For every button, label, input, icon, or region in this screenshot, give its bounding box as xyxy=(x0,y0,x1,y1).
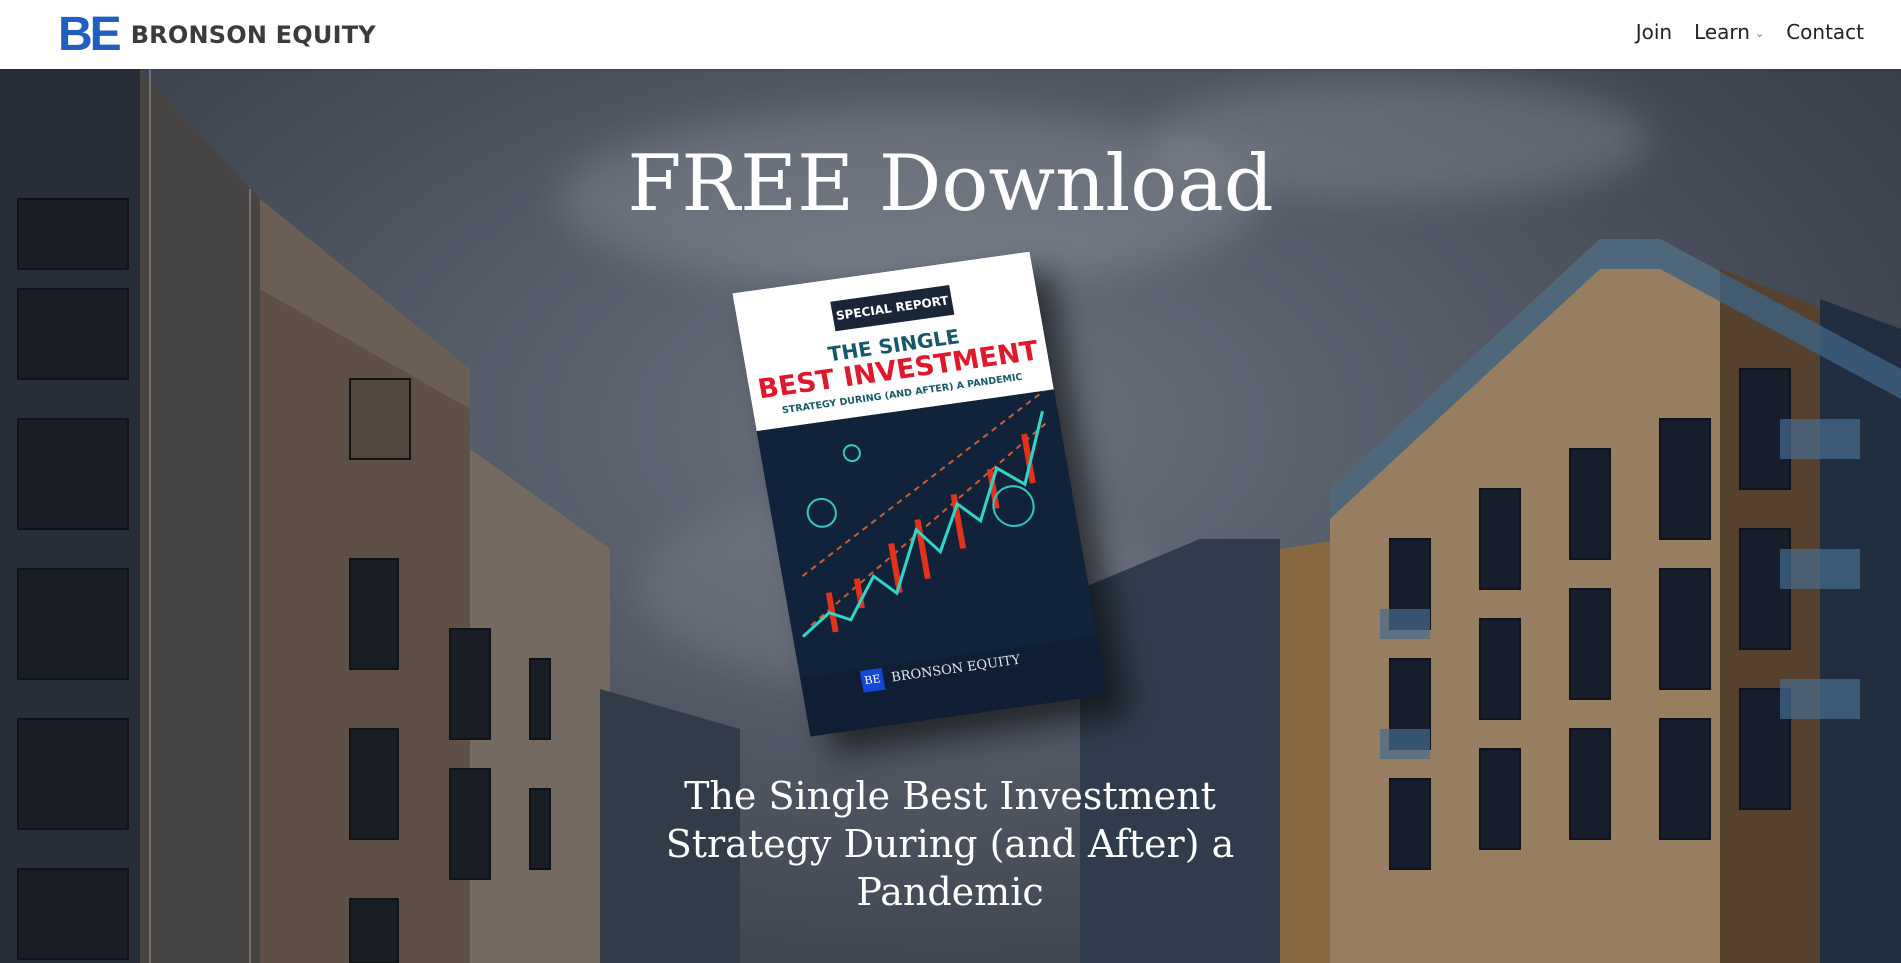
site-header: BE BRONSON EQUITY Join Learn ⌄ Contact xyxy=(0,0,1901,69)
nav-learn[interactable]: Learn ⌄ xyxy=(1694,20,1764,44)
hero-section: FREE Download SPECIAL REPORT THE SINGLE … xyxy=(0,69,1901,963)
nav-contact[interactable]: Contact xyxy=(1786,20,1864,44)
hero-title: FREE Download xyxy=(627,139,1274,229)
logo-mark: BE xyxy=(58,8,122,61)
site-logo[interactable]: BE BRONSON EQUITY xyxy=(58,8,376,61)
report-book-cover[interactable]: SPECIAL REPORT THE SINGLE BEST INVESTMEN… xyxy=(732,251,1108,789)
main-nav: Join Learn ⌄ Contact xyxy=(1614,20,1864,44)
chevron-down-icon: ⌄ xyxy=(1754,27,1765,40)
hero-subtitle: The Single Best Investment Strategy Duri… xyxy=(665,774,1235,914)
book-stock-chart-art xyxy=(756,389,1098,678)
logo-text: BRONSON EQUITY xyxy=(130,21,376,49)
nav-learn-label: Learn xyxy=(1694,20,1750,44)
book-cover: SPECIAL REPORT THE SINGLE BEST INVESTMEN… xyxy=(732,251,1108,737)
nav-join[interactable]: Join xyxy=(1636,20,1672,44)
book-brand-mark: BE xyxy=(859,667,886,693)
